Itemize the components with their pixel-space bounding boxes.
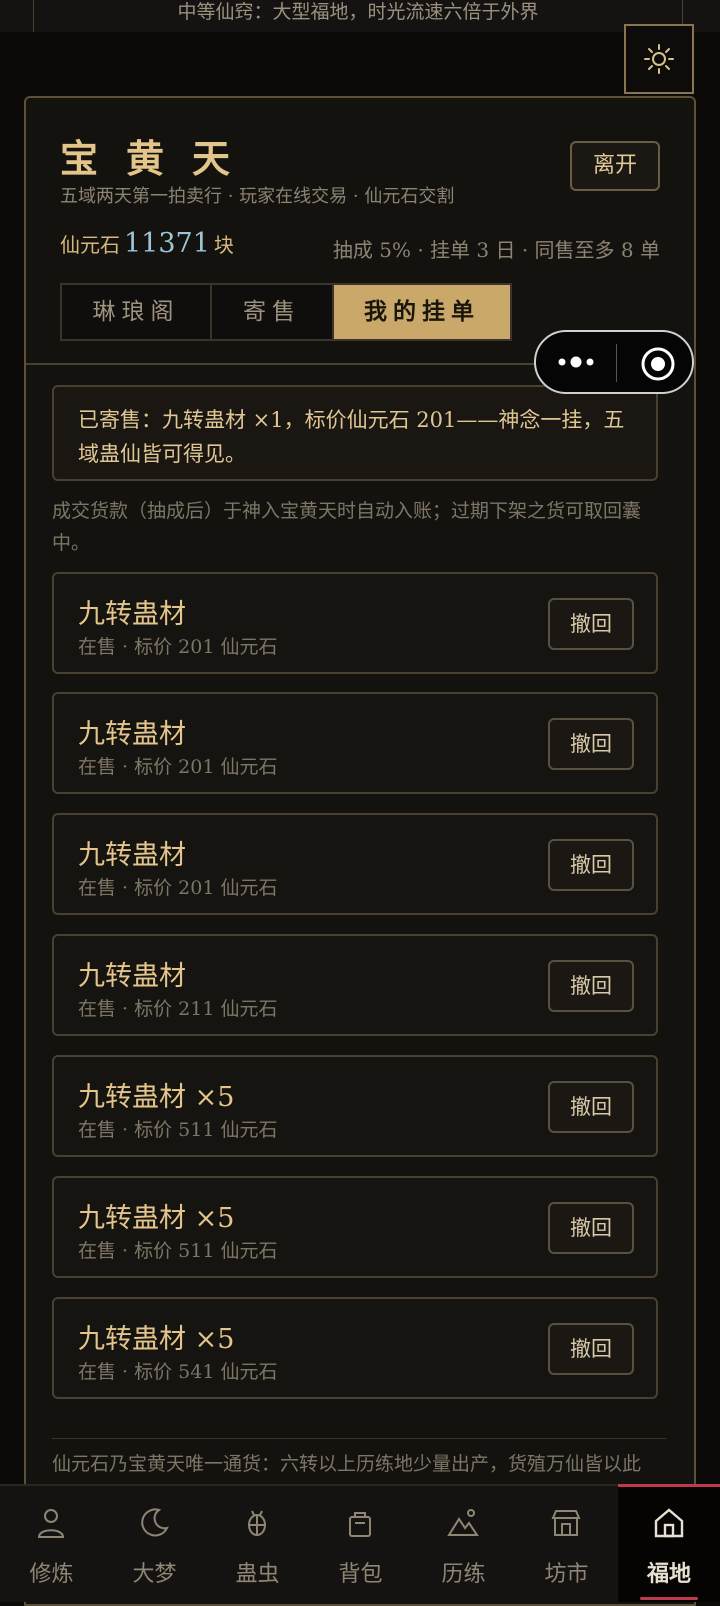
- withdraw-button[interactable]: 撤回: [548, 598, 634, 650]
- bottom-nav: 修炼 大梦 蛊虫 背包 历练 坊市 福地: [0, 1484, 720, 1602]
- nav-item-cultivate[interactable]: 修炼: [0, 1486, 103, 1602]
- nav-label: 福地: [646, 1561, 691, 1587]
- home-icon: [654, 1508, 684, 1538]
- auction-panel: 宝黄天 离开 五域两天第一拍卖行 · 玩家在线交易 · 仙元石交割 仙元石 113…: [24, 96, 696, 1606]
- mountain-icon: [447, 1509, 479, 1536]
- consign-success-notice: 已寄售：九转蛊材 ×1，标价仙元石 201——神念一挂，五域蛊仙皆可得见。: [52, 385, 658, 481]
- nav-item-market[interactable]: 坊市: [515, 1486, 618, 1602]
- withdraw-button[interactable]: 撤回: [548, 1323, 634, 1375]
- more-dots-icon[interactable]: [556, 354, 596, 370]
- tab-bar: 琳琅阁 寄售 我的挂单: [60, 283, 512, 341]
- nav-label: 大梦: [132, 1562, 177, 1587]
- nav-item-dream[interactable]: 大梦: [103, 1486, 206, 1602]
- listing-item: 九转蛊材 在售 · 标价 201 仙元石 撤回: [52, 692, 658, 794]
- listing-name: 九转蛊材 ×5: [78, 1203, 235, 1234]
- panel-header: 宝黄天 离开 五域两天第一拍卖行 · 玩家在线交易 · 仙元石交割 仙元石 113…: [26, 98, 694, 365]
- active-indicator-top: [618, 1484, 720, 1487]
- currency-balance: 仙元石 11371 块: [60, 228, 234, 259]
- settings-button[interactable]: [624, 24, 694, 94]
- listing-name: 九转蛊材: [78, 961, 186, 992]
- shop-icon: [551, 1510, 581, 1536]
- listing-meta: 在售 · 标价 201 仙元石: [78, 756, 278, 778]
- listing-item: 九转蛊材 在售 · 标价 201 仙元石 撤回: [52, 572, 658, 674]
- nav-label: 背包: [338, 1562, 383, 1587]
- capsule-divider: [616, 344, 617, 382]
- top-banner-text: 中等仙窍：大型福地，时光流速六倍于外界: [33, 0, 683, 32]
- target-circle-icon[interactable]: [640, 346, 676, 382]
- top-banner: 中等仙窍：大型福地，时光流速六倍于外界: [0, 0, 720, 32]
- listing-meta: 在售 · 标价 511 仙元石: [78, 1119, 278, 1141]
- withdraw-button[interactable]: 撤回: [548, 1202, 634, 1254]
- settlement-hint: 成交货款（抽成后）于神入宝黄天时自动入账；过期下架之货可取回囊中。: [52, 500, 642, 554]
- bug-icon: [248, 1510, 266, 1536]
- trade-rules: 抽成 5% · 挂单 3 日 · 同售至多 8 单: [332, 238, 660, 262]
- currency-footnote: 仙元石乃宝黄天唯一通货：六转以上历练地少量出产，货殖万仙皆以此: [52, 1438, 666, 1479]
- listing-name: 九转蛊材: [78, 599, 186, 630]
- mini-program-capsule: [534, 330, 694, 394]
- moon-icon: [141, 1508, 169, 1537]
- listing-item: 九转蛊材 ×5 在售 · 标价 541 仙元石 撤回: [52, 1297, 658, 1399]
- withdraw-button[interactable]: 撤回: [548, 718, 634, 770]
- leave-button[interactable]: 离开: [570, 141, 660, 191]
- withdraw-button[interactable]: 撤回: [548, 839, 634, 891]
- tab-my-listings[interactable]: 我的挂单: [334, 285, 510, 339]
- sun-gear-icon: [644, 44, 674, 74]
- bag-icon: [349, 1512, 371, 1537]
- nav-label: 蛊虫: [235, 1562, 280, 1587]
- currency-label: 仙元石: [60, 233, 120, 257]
- withdraw-button[interactable]: 撤回: [548, 960, 634, 1012]
- listing-meta: 在售 · 标价 201 仙元石: [78, 877, 278, 899]
- nav-label: 修炼: [29, 1562, 74, 1587]
- tab-linlang-pavilion[interactable]: 琳琅阁: [62, 285, 212, 339]
- listing-item: 九转蛊材 ×5 在售 · 标价 511 仙元石 撤回: [52, 1055, 658, 1157]
- listing-meta: 在售 · 标价 511 仙元石: [78, 1240, 278, 1262]
- listing-item: 九转蛊材 在售 · 标价 201 仙元石 撤回: [52, 813, 658, 915]
- listing-item: 九转蛊材 ×5 在售 · 标价 511 仙元石 撤回: [52, 1176, 658, 1278]
- listing-meta: 在售 · 标价 541 仙元石: [78, 1361, 278, 1383]
- tab-consign[interactable]: 寄售: [212, 285, 334, 339]
- nav-label: 坊市: [544, 1562, 589, 1587]
- person-icon: [37, 1509, 65, 1538]
- nav-item-gu-worms[interactable]: 蛊虫: [206, 1486, 309, 1602]
- listing-item: 九转蛊材 在售 · 标价 211 仙元石 撤回: [52, 934, 658, 1036]
- nav-item-adventure[interactable]: 历练: [412, 1486, 515, 1602]
- listing-name: 九转蛊材 ×5: [78, 1082, 235, 1113]
- nav-item-blessed-land[interactable]: 福地: [618, 1484, 720, 1602]
- currency-amount: 11371: [124, 228, 210, 259]
- listing-meta: 在售 · 标价 211 仙元石: [78, 998, 278, 1020]
- nav-label: 历练: [441, 1562, 486, 1587]
- listing-meta: 在售 · 标价 201 仙元石: [78, 636, 278, 658]
- page-subtitle: 五域两天第一拍卖行 · 玩家在线交易 · 仙元石交割: [60, 186, 455, 207]
- listing-name: 九转蛊材: [78, 840, 186, 871]
- currency-unit: 块: [213, 233, 234, 257]
- withdraw-button[interactable]: 撤回: [548, 1081, 634, 1133]
- listing-name: 九转蛊材 ×5: [78, 1324, 235, 1355]
- listing-name: 九转蛊材: [78, 719, 186, 750]
- page-title: 宝黄天: [60, 136, 259, 181]
- nav-item-backpack[interactable]: 背包: [309, 1486, 412, 1602]
